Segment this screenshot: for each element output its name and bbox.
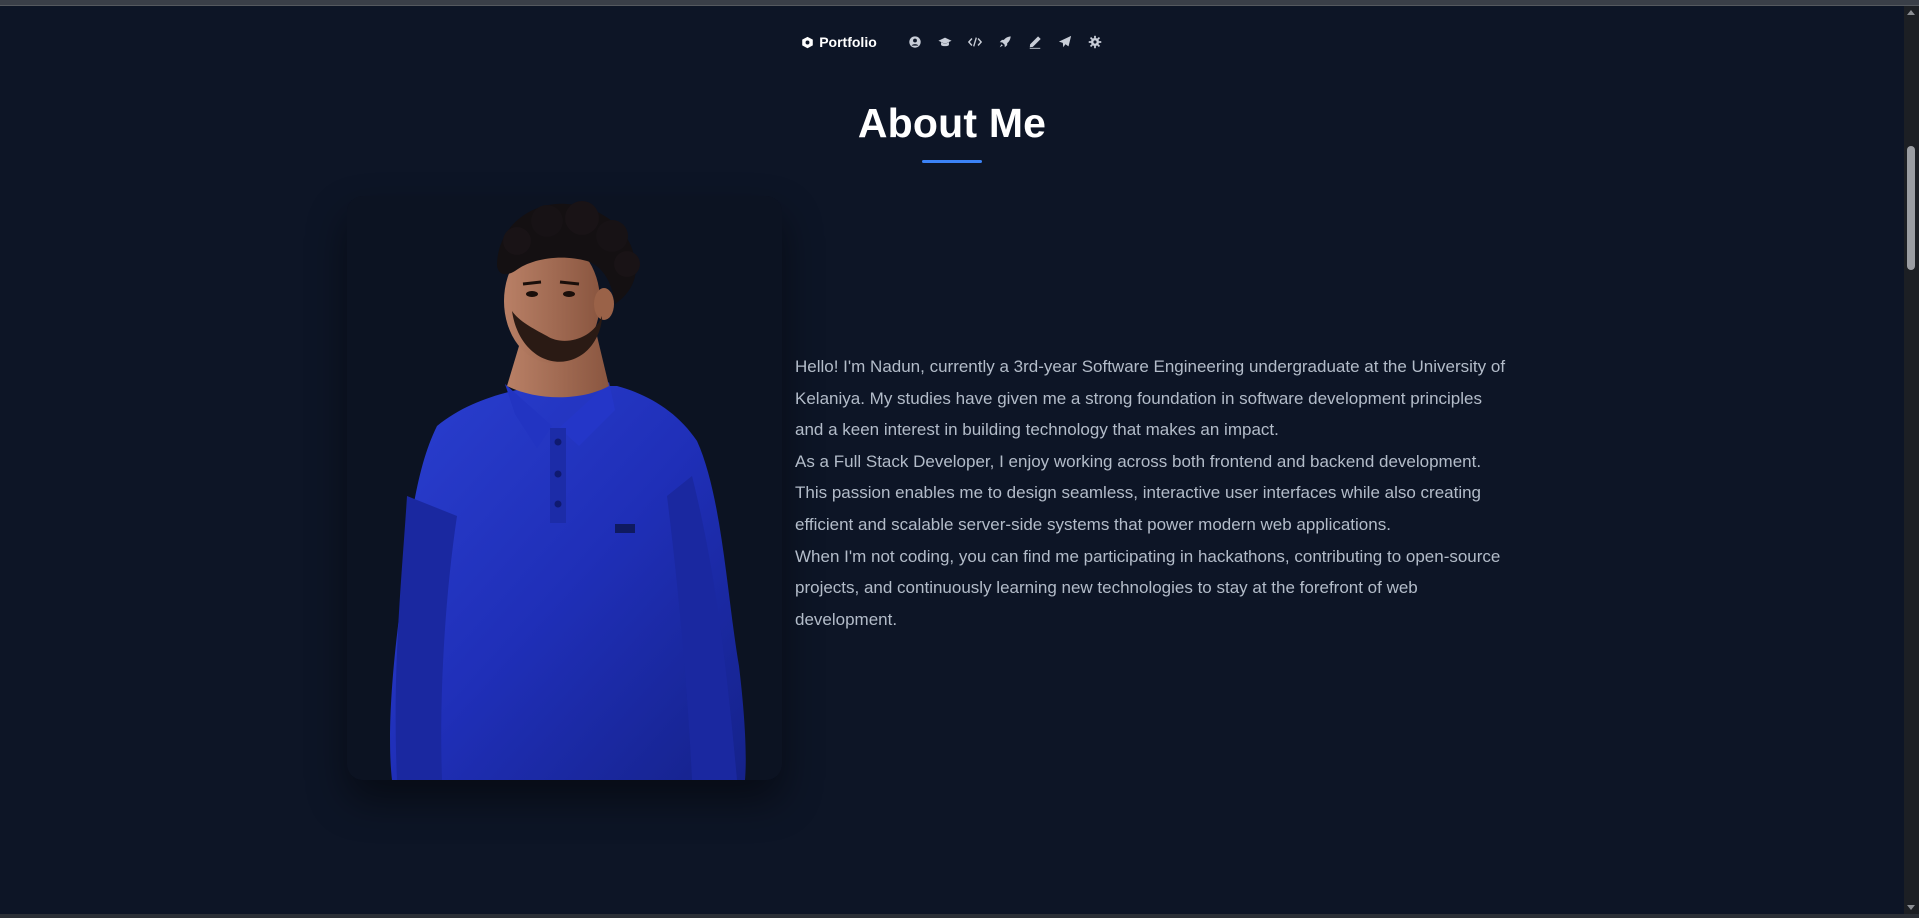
scrollbar-thumb[interactable] (1907, 146, 1915, 270)
bio-paragraph-fullstack: As a Full Stack Developer, I enjoy worki… (795, 451, 1482, 534)
nav-item-contact[interactable] (1057, 34, 1073, 50)
nav-item-about[interactable] (907, 34, 923, 50)
title-underline (922, 160, 982, 163)
about-bio: Hello! I'm Nadun, currently a 3rd-year S… (795, 351, 1515, 635)
about-page: Portfolio About Me Hello! I'm Nadun, cur… (0, 6, 1904, 914)
code-icon (967, 37, 982, 47)
browser-bottom-edge (0, 914, 1919, 918)
bio-paragraph-intro: Hello! I'm Nadun, currently a 3rd-year S… (795, 357, 1506, 440)
top-navigation: Portfolio (0, 34, 1904, 50)
scroll-down-arrow-icon[interactable] (1907, 905, 1915, 910)
nav-item-skills[interactable] (967, 34, 983, 50)
rocket-icon (999, 36, 1011, 48)
section-title: About Me (857, 100, 1047, 146)
nav-item-education[interactable] (937, 34, 953, 50)
profile-photo (347, 196, 782, 780)
user-icon (909, 36, 921, 48)
paper-plane-icon (1058, 35, 1071, 48)
graduation-cap-icon (938, 37, 952, 47)
nav-item-blog[interactable] (1027, 34, 1043, 50)
nav-icon-list (907, 34, 1103, 50)
bio-paragraph-hobbies: When I'm not coding, you can find me par… (795, 546, 1501, 629)
settings-icon (1088, 35, 1102, 49)
scroll-up-arrow-icon[interactable] (1907, 10, 1915, 15)
page-scrollbar[interactable] (1904, 6, 1919, 914)
pen-icon (1029, 36, 1041, 49)
nav-item-settings[interactable] (1087, 34, 1103, 50)
hexagon-logo-icon (802, 36, 813, 48)
brand-link[interactable]: Portfolio (801, 34, 877, 50)
nav-item-projects[interactable] (997, 34, 1013, 50)
profile-photo-card (347, 196, 782, 780)
brand-label: Portfolio (819, 34, 877, 50)
